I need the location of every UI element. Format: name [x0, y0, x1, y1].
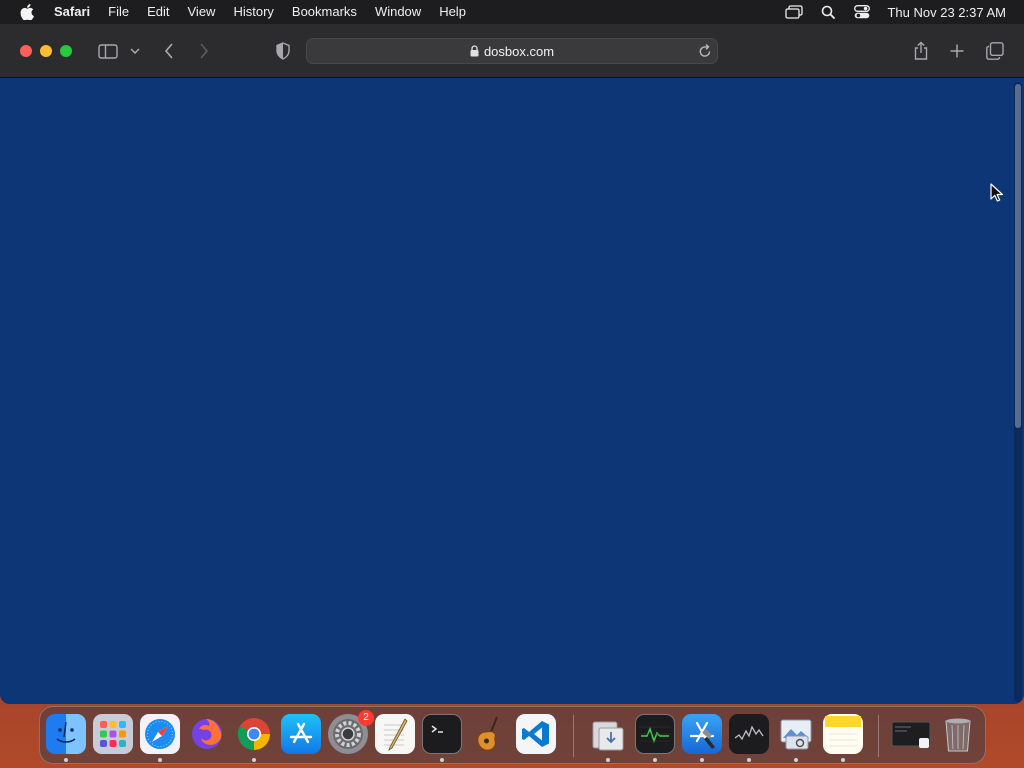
running-indicator [64, 758, 68, 762]
minimize-window-button[interactable] [40, 45, 52, 57]
web-page-content[interactable] [0, 78, 1024, 704]
guitar-icon [477, 716, 498, 751]
address-bar[interactable]: dosbox.com [306, 38, 718, 64]
activity-monitor-icon [639, 726, 671, 744]
notes-icon [825, 716, 861, 747]
back-button[interactable] [158, 39, 180, 63]
menu-window[interactable]: Window [366, 0, 430, 24]
dock-app-store[interactable] [281, 714, 321, 754]
running-indicator [440, 758, 444, 762]
dock-trash[interactable] [938, 714, 978, 754]
safari-compass-icon [145, 719, 175, 749]
dock-launchpad[interactable] [93, 714, 133, 754]
menu-file[interactable]: File [99, 0, 138, 24]
stocks-chart-icon [734, 725, 764, 741]
dock-garageband[interactable] [469, 714, 509, 754]
privacy-shield-icon[interactable] [272, 39, 294, 63]
screen-mirroring-icon[interactable] [777, 0, 811, 24]
dock-xcode[interactable] [682, 714, 722, 754]
dock-vscode[interactable] [516, 714, 556, 754]
dock-stocks[interactable] [729, 714, 769, 754]
dock-notes[interactable] [823, 714, 863, 754]
app-store-icon [289, 722, 313, 744]
close-window-button[interactable] [20, 45, 32, 57]
dock: 2 [39, 706, 986, 764]
menu-view[interactable]: View [179, 0, 225, 24]
vertical-scrollbar[interactable] [1014, 82, 1022, 702]
menu-app-name[interactable]: Safari [54, 0, 99, 24]
downloads-stack-icon [592, 721, 624, 751]
running-indicator [158, 758, 162, 762]
dock-separator [878, 715, 879, 757]
reload-icon[interactable] [698, 43, 712, 59]
scrollbar-thumb[interactable] [1015, 84, 1021, 428]
new-tab-icon[interactable] [946, 39, 968, 63]
menu-help[interactable]: Help [430, 0, 475, 24]
dock-window-preview[interactable] [891, 714, 931, 754]
running-indicator [700, 758, 704, 762]
dock-finder[interactable] [46, 714, 86, 754]
running-indicator [794, 758, 798, 762]
running-indicator [841, 758, 845, 762]
window-thumbnail-icon [891, 721, 931, 748]
dock-activity-monitor[interactable] [635, 714, 675, 754]
dock-textedit[interactable] [375, 714, 415, 754]
lock-icon [470, 45, 479, 57]
spotlight-search-icon[interactable] [811, 0, 845, 24]
share-icon[interactable] [910, 39, 932, 63]
browser-toolbar: dosbox.com [0, 24, 1024, 78]
dock-safari[interactable] [140, 714, 180, 754]
firefox-icon [192, 719, 222, 749]
dock-firefox[interactable] [187, 714, 227, 754]
tab-overview-icon[interactable] [984, 39, 1006, 63]
vscode-icon [522, 721, 549, 747]
trash-icon [945, 718, 971, 752]
running-indicator [252, 758, 256, 762]
xcode-hammer-icon [689, 721, 715, 749]
textedit-icon [384, 718, 408, 751]
menu-clock[interactable]: Thu Nov 23 2:37 AM [879, 5, 1006, 20]
dock-system-settings[interactable]: 2 [328, 710, 374, 754]
running-indicator [606, 758, 610, 762]
dock-downloads[interactable] [588, 714, 628, 754]
preview-icon [780, 719, 812, 750]
menu-history[interactable]: History [224, 0, 282, 24]
apple-icon[interactable] [0, 4, 54, 20]
chevron-down-icon[interactable] [128, 39, 142, 63]
terminal-icon [431, 725, 443, 733]
dock-terminal[interactable] [422, 714, 462, 754]
running-indicator [747, 758, 751, 762]
launchpad-icon [100, 721, 126, 747]
menu-bar: Safari File Edit View History Bookmarks … [0, 0, 1024, 24]
menu-bookmarks[interactable]: Bookmarks [283, 0, 366, 24]
fullscreen-window-button[interactable] [60, 45, 72, 57]
dock-separator [573, 715, 574, 757]
menu-edit[interactable]: Edit [138, 0, 178, 24]
running-indicator [653, 758, 657, 762]
sidebar-toggle-icon[interactable] [96, 39, 120, 63]
safari-window: dosbox.com [0, 24, 1024, 704]
chrome-icon [237, 718, 270, 750]
mouse-cursor-icon [990, 183, 1003, 207]
dock-chrome[interactable] [234, 714, 274, 754]
forward-button[interactable] [193, 39, 215, 63]
notification-badge: 2 [358, 710, 374, 726]
finder-icon [56, 721, 76, 743]
dock-preview[interactable] [776, 714, 816, 754]
address-bar-url: dosbox.com [483, 43, 555, 59]
control-center-icon[interactable] [845, 0, 879, 24]
